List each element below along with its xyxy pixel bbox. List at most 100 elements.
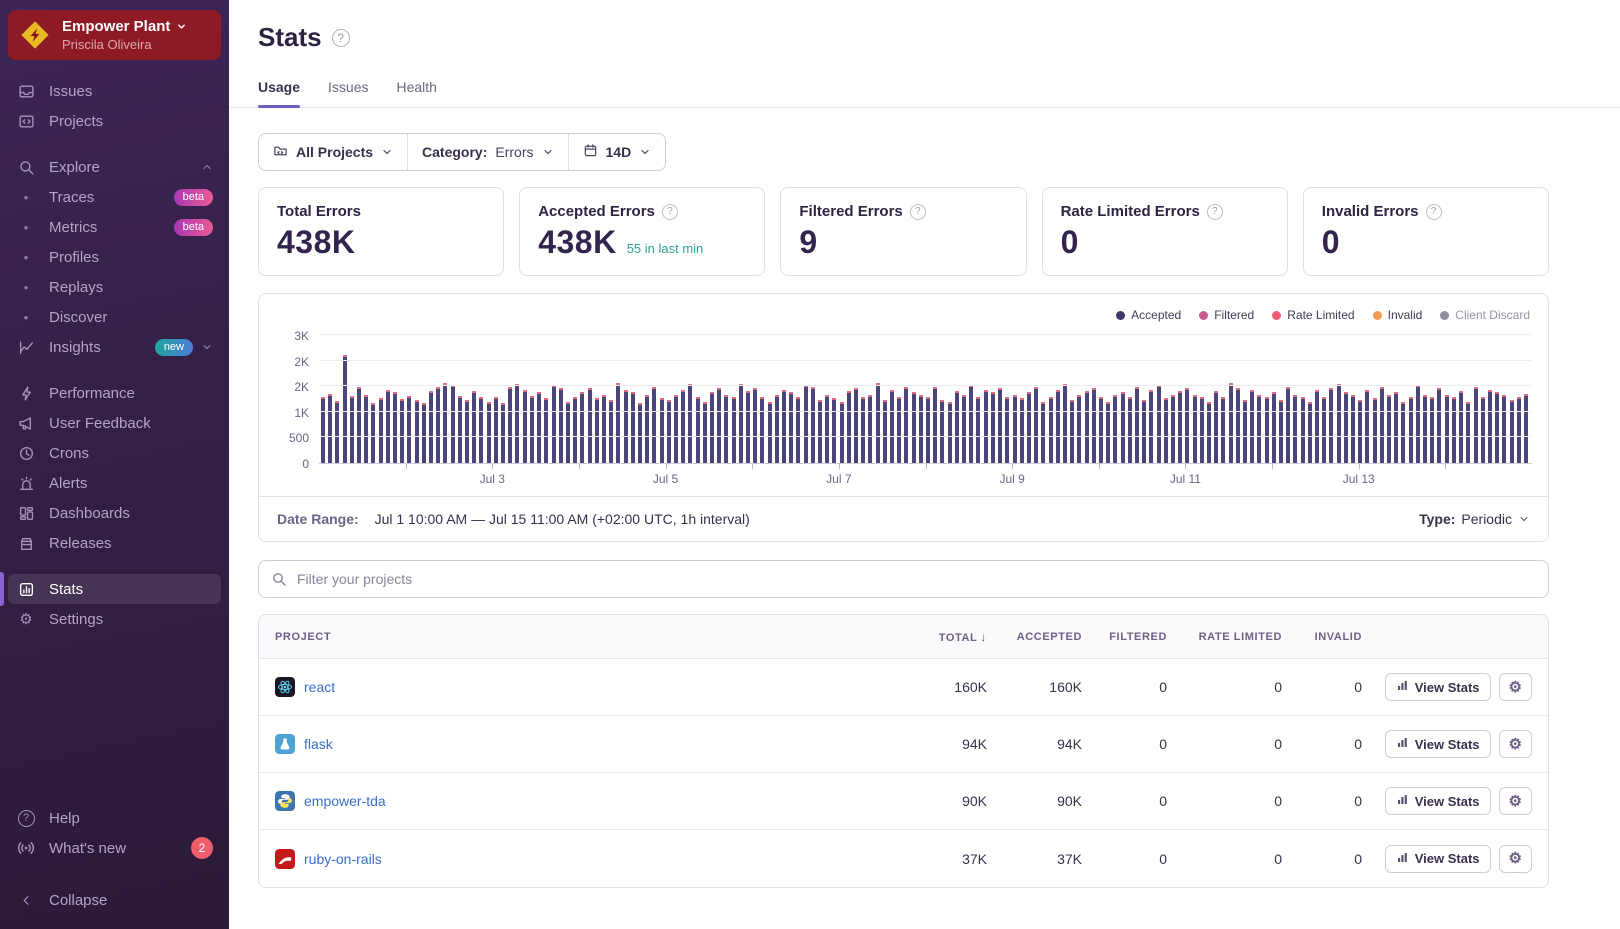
chart-bar-cap: [1387, 395, 1391, 397]
sidebar-item-metrics[interactable]: •Metricsbeta: [8, 212, 221, 242]
col-header-accepted: Accepted: [987, 631, 1082, 643]
chart-bar: [357, 387, 361, 463]
col-header-total[interactable]: Total↓: [897, 630, 987, 644]
feedback-icon: [16, 413, 36, 433]
tab-issues[interactable]: Issues: [328, 79, 368, 107]
table-row: flask94K94K000View Stats⚙: [259, 716, 1548, 773]
cell-invalid: 0: [1282, 793, 1362, 809]
bullet-icon: •: [16, 280, 36, 295]
project-link[interactable]: react: [304, 679, 335, 695]
sidebar-item-discover[interactable]: •Discover: [8, 302, 221, 332]
chart-bar-cap: [1373, 398, 1377, 400]
stat-cards: Total Errors438KAccepted Errors?438K55 i…: [258, 187, 1549, 276]
sidebar-item-crons[interactable]: Crons: [8, 438, 221, 468]
sidebar-footer-item-collapse[interactable]: Collapse: [8, 885, 221, 915]
legend-dot-icon: [1116, 311, 1125, 320]
chart-bar-cap: [1301, 397, 1305, 399]
chart-bar: [1315, 390, 1319, 463]
x-tick-mark: [1185, 464, 1186, 469]
chart-bar: [674, 395, 678, 463]
sidebar-item-insights[interactable]: Insightsnew: [8, 332, 221, 362]
project-link[interactable]: flask: [304, 736, 333, 752]
category-selector[interactable]: Category: Errors: [407, 134, 567, 170]
sidebar-footer-item-help[interactable]: ?Help: [8, 803, 221, 833]
chart-bar-cap: [746, 391, 750, 393]
view-stats-button[interactable]: View Stats: [1385, 673, 1491, 701]
sidebar-item-traces[interactable]: •Tracesbeta: [8, 182, 221, 212]
sidebar-item-replays[interactable]: •Replays: [8, 272, 221, 302]
view-stats-button[interactable]: View Stats: [1385, 730, 1491, 758]
stat-card-value: 0: [1322, 224, 1340, 261]
legend-item-rate-limited[interactable]: Rate Limited: [1272, 308, 1354, 322]
project-settings-button[interactable]: ⚙: [1499, 730, 1532, 758]
project-filter-input[interactable]: [258, 560, 1549, 598]
legend-item-filtered[interactable]: Filtered: [1199, 308, 1254, 322]
chart-bar-cap: [1005, 397, 1009, 399]
chart-bar: [652, 387, 656, 463]
stat-card-label: Accepted Errors: [538, 203, 655, 220]
legend-item-client-discard[interactable]: Client Discard: [1440, 308, 1530, 322]
sidebar-item-alerts[interactable]: Alerts: [8, 468, 221, 498]
chart-bar: [1070, 400, 1074, 463]
tab-health[interactable]: Health: [397, 79, 437, 107]
x-tick-mark: [1359, 464, 1360, 469]
sidebar-item-projects[interactable]: Projects: [8, 106, 221, 136]
chart-bar: [1445, 395, 1449, 463]
sidebar-item-profiles[interactable]: •Profiles: [8, 242, 221, 272]
sidebar-item-releases[interactable]: Releases: [8, 528, 221, 558]
project-link[interactable]: empower-tda: [304, 793, 386, 809]
project-settings-button[interactable]: ⚙: [1499, 787, 1532, 815]
chart-bar: [962, 395, 966, 463]
sidebar-item-performance[interactable]: Performance: [8, 378, 221, 408]
chart-bar: [415, 400, 419, 463]
project-link[interactable]: ruby-on-rails: [304, 851, 382, 867]
view-stats-button[interactable]: View Stats: [1385, 787, 1491, 815]
legend-label: Client Discard: [1455, 308, 1530, 322]
org-switcher[interactable]: Empower Plant Priscila Oliveira: [8, 10, 221, 60]
sidebar-item-issues[interactable]: Issues: [8, 76, 221, 106]
page-header: Stats ? UsageIssuesHealth: [229, 0, 1620, 108]
project-settings-button[interactable]: ⚙: [1499, 845, 1532, 873]
sidebar-item-dashboards[interactable]: Dashboards: [8, 498, 221, 528]
chart-bar: [1099, 397, 1103, 463]
sidebar-item-stats[interactable]: Stats: [8, 574, 221, 604]
help-icon[interactable]: ?: [910, 204, 926, 220]
date-period-selector[interactable]: 14D: [568, 134, 666, 170]
legend-item-invalid[interactable]: Invalid: [1373, 308, 1423, 322]
chart-bar-cap: [768, 402, 772, 404]
chart-bar: [343, 355, 347, 463]
sidebar-item-explore[interactable]: Explore: [8, 152, 221, 182]
project-settings-button[interactable]: ⚙: [1499, 673, 1532, 701]
help-icon[interactable]: ?: [662, 204, 678, 220]
chevron-down-icon: [176, 21, 187, 32]
chart-bar: [1524, 394, 1528, 463]
y-tick-label: 3K: [294, 329, 309, 343]
sidebar-item-user-feedback[interactable]: User Feedback: [8, 408, 221, 438]
sidebar-item-settings[interactable]: ⚙Settings: [8, 604, 221, 634]
legend-item-accepted[interactable]: Accepted: [1116, 308, 1181, 322]
chart-bar: [1221, 397, 1225, 463]
chart-bar-cap: [508, 387, 512, 389]
chevron-down-icon: [639, 146, 651, 158]
filter-bar: All Projects Category: Errors 14D: [258, 133, 666, 171]
tab-usage[interactable]: Usage: [258, 79, 300, 107]
chart-bar-cap: [868, 395, 872, 397]
project-selector[interactable]: All Projects: [259, 134, 407, 170]
chart-bar-cap: [962, 395, 966, 397]
chart-bar: [804, 385, 808, 463]
chart-bar-cap: [328, 394, 332, 396]
chart-bar-cap: [1149, 390, 1153, 392]
help-icon[interactable]: ?: [1207, 204, 1223, 220]
sidebar-footer-item-what-s-new[interactable]: What's new2: [8, 833, 221, 863]
type-selector[interactable]: Type: Periodic: [1419, 511, 1530, 527]
help-icon[interactable]: ?: [1426, 204, 1442, 220]
chart-bar: [472, 391, 476, 463]
chart-bar: [1243, 400, 1247, 463]
chart-bar: [1157, 385, 1161, 463]
chart-bar-cap: [926, 397, 930, 399]
row-actions: View Stats ⚙: [1362, 730, 1532, 758]
view-stats-button[interactable]: View Stats: [1385, 845, 1491, 873]
page-help-icon[interactable]: ?: [332, 29, 350, 47]
y-tick-label: 500: [289, 431, 309, 445]
chart-bar-cap: [1524, 394, 1528, 396]
